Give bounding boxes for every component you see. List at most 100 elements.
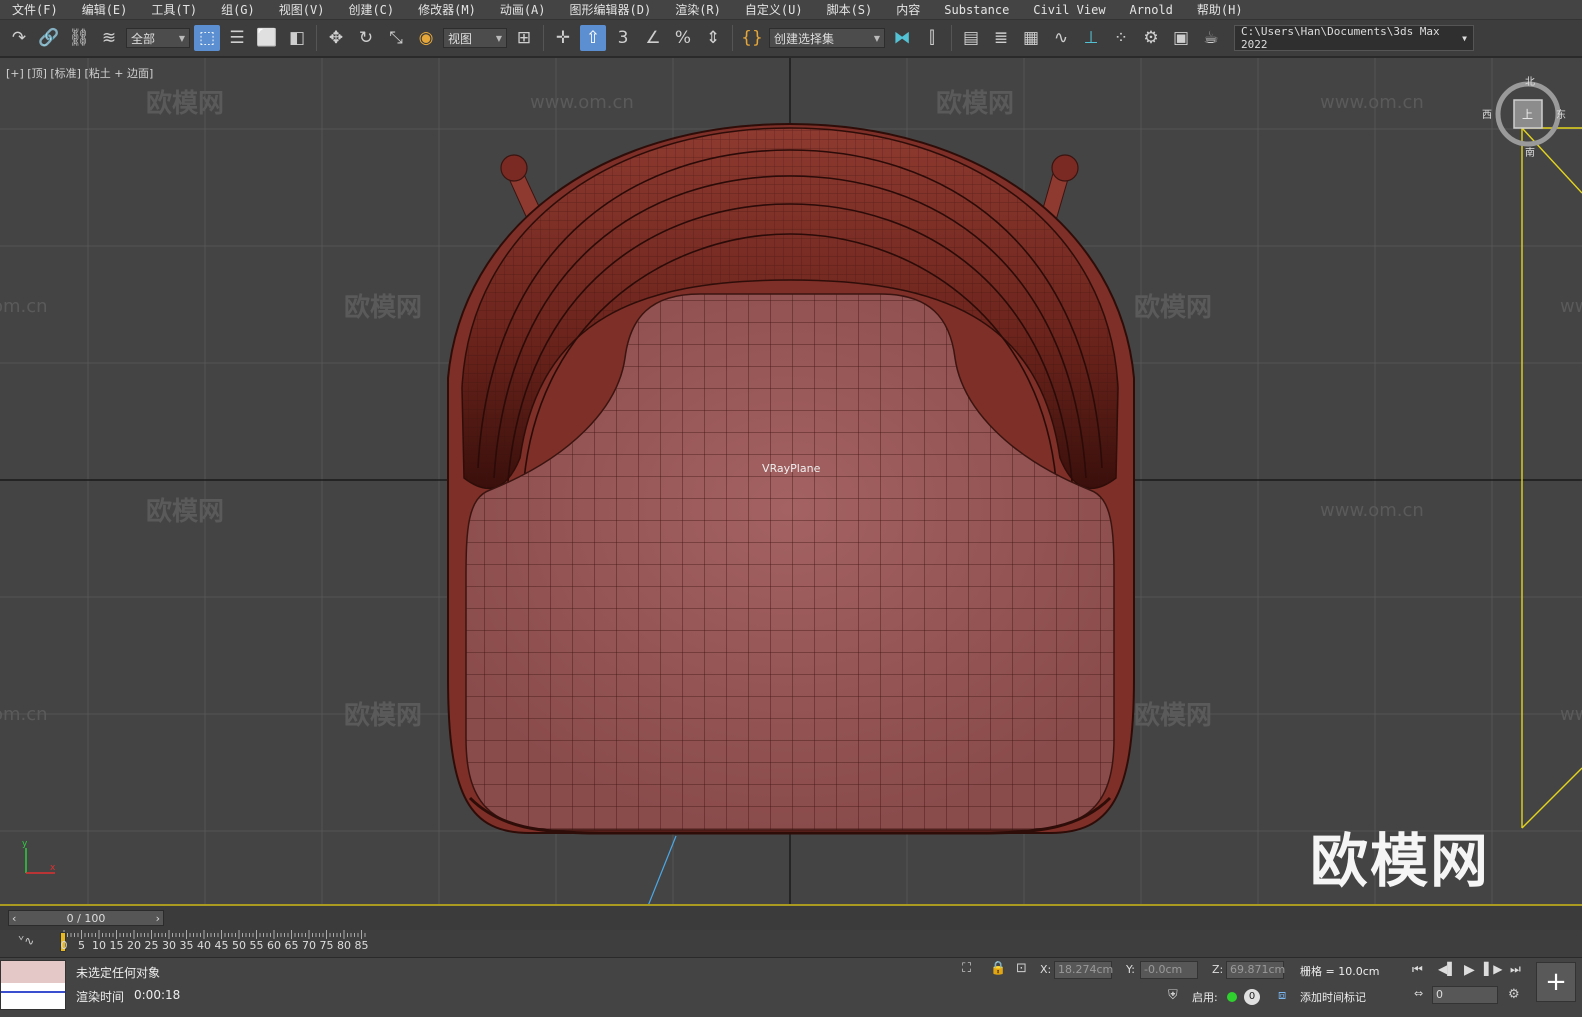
spinner-snap-icon[interactable]: ⇕ [700,25,726,51]
maxscript-mini-listener[interactable] [0,960,66,1010]
scene-explorer-icon[interactable]: ▤ [958,25,984,51]
redo-icon[interactable]: ↷ [6,25,32,51]
select-manipulate-icon[interactable]: ✛ [550,25,576,51]
menu-item[interactable]: 动画(A) [488,0,558,19]
named-selection-set-dropdown[interactable]: 创建选择集 ▼ [769,28,885,48]
menu-item[interactable]: 文件(F) [0,0,70,19]
menu-item[interactable]: 内容 [884,0,932,19]
viewcube-south-label: 南 [1525,148,1535,159]
angle-snap-icon[interactable]: ∠ [640,25,666,51]
window-crossing-icon[interactable]: ◧ [284,25,310,51]
menu-item[interactable]: 帮助(H) [1185,0,1255,19]
keyboard-shortcut-override-icon[interactable]: ⇧ [580,25,606,51]
render-setup-icon[interactable]: ⚙ [1138,25,1164,51]
add-time-tag-button[interactable]: 添加时间标记 [1300,989,1366,1005]
bind-space-warp-icon[interactable]: ≋ [96,25,122,51]
project-path-field[interactable]: C:\Users\Han\Documents\3ds Max 2022 ▼ [1234,25,1474,51]
x-label: X: [1040,963,1052,976]
menu-item[interactable]: Arnold [1118,0,1185,19]
unlink-icon[interactable]: ⛓ [66,25,92,51]
viewcube-west-label: 西 [1482,110,1492,121]
go-to-start-icon[interactable]: ⏮ [1412,962,1423,977]
absolute-mode-icon[interactable]: ⊡ [1016,961,1027,976]
snap-toggle-button[interactable]: 3 [610,25,636,51]
link-icon[interactable]: 🔗 [36,25,62,51]
viewcube[interactable]: 北 南 东 西 上 [1482,76,1568,159]
menu-item[interactable]: 工具(T) [139,0,209,19]
rotate-icon[interactable]: ↻ [353,25,379,51]
menu-item[interactable]: 脚本(S) [815,0,885,19]
key-mode-icon[interactable]: ⇔ [1414,987,1423,1000]
svg-text:欧模网: 欧模网 [146,88,224,119]
y-coordinate-field[interactable]: -0.0cm [1140,961,1198,979]
track-bar[interactable]: ᘁ∿ 0 5 10 15 20 25 30 35 40 45 50 55 60 65 70 75 80 85 [0,930,1582,958]
time-slider-prev-icon[interactable]: ‹ [9,912,19,925]
adaptive-degradation-icon[interactable]: ⛨ [1168,988,1178,1003]
chair-model[interactable] [447,122,1135,835]
previous-frame-icon[interactable]: ◀▌ [1438,962,1456,976]
time-slider-next-icon[interactable]: › [153,912,163,925]
isolate-selection-icon[interactable]: ⛶ [962,961,971,976]
enable-status-indicator [1227,992,1237,1002]
time-tag-icon[interactable]: ⧈ [1278,988,1286,1003]
toolbar-divider [316,25,317,51]
svg-text:www.om.cn: www.om.cn [530,92,634,113]
menu-item[interactable]: Civil View [1021,0,1117,19]
viewport-canvas: 欧模网欧模网 欧模网欧模网 欧模网欧模网 欧模网欧模网 欧模网 www.om.c… [0,58,1582,904]
track-bar-tick-label: 30 [162,939,176,952]
selection-filter-dropdown[interactable]: 全部 ▼ [126,28,190,48]
curve-editor-icon[interactable]: ∿ [1048,25,1074,51]
current-frame-field[interactable]: 0 [1432,986,1498,1004]
menu-item[interactable]: 编辑(E) [70,0,140,19]
reference-coordinate-value: 视图 [448,31,473,46]
schematic-view-icon[interactable]: ⊥ [1078,25,1104,51]
select-object-button[interactable]: ⬚ [194,25,220,51]
plus-icon[interactable]: + [1536,962,1576,1002]
go-to-end-icon[interactable]: ⏭ [1510,962,1521,977]
curve-editor-mini-icon[interactable]: ᘁ∿ [18,934,34,949]
reference-coordinate-dropdown[interactable]: 视图 ▼ [443,28,507,48]
track-bar-tick-label: 35 [179,939,194,952]
menu-item[interactable]: 修改器(M) [406,0,488,19]
time-configuration-icon[interactable]: ⚙ [1508,987,1520,1002]
align-icon[interactable]: ⫿ [919,25,945,51]
select-by-name-icon[interactable]: ☰ [224,25,250,51]
menu-item[interactable]: 渲染(R) [663,0,733,19]
toggle-ribbon-icon[interactable]: ▦ [1018,25,1044,51]
scale-icon[interactable]: ⤡ [383,25,409,51]
menu-item[interactable]: 组(G) [209,0,267,19]
layer-explorer-icon[interactable]: ≣ [988,25,1014,51]
track-bar-tick-label: 70 [302,939,316,952]
menu-item[interactable]: 创建(C) [336,0,406,19]
x-coordinate-field[interactable]: 18.274cm [1054,961,1113,979]
enable-label: 启用: [1192,991,1218,1004]
track-bar-tick-label: 40 [197,939,211,952]
render-production-icon[interactable]: ☕ [1198,25,1224,51]
move-icon[interactable]: ✥ [323,25,349,51]
play-icon[interactable]: ▶ [1464,962,1475,978]
pivot-center-icon[interactable]: ⊞ [511,25,537,51]
axis-tripod-icon: y x [22,839,56,874]
time-slider[interactable]: ‹ 0 / 100 › [8,910,164,926]
menu-item[interactable]: 图形编辑器(D) [558,0,664,19]
top-viewport[interactable]: 欧模网欧模网 欧模网欧模网 欧模网欧模网 欧模网欧模网 欧模网 www.om.c… [0,58,1582,906]
enable-count-badge[interactable]: 0 [1244,989,1260,1005]
rendered-frame-window-icon[interactable]: ▣ [1168,25,1194,51]
rectangular-selection-icon[interactable]: ⬜ [254,25,280,51]
menu-item[interactable]: Substance [932,0,1021,19]
menu-item[interactable]: 视图(V) [267,0,337,19]
mirror-icon[interactable]: ⧓ [889,25,915,51]
place-icon[interactable]: ◉ [413,25,439,51]
viewport-label[interactable]: [+] [顶] [标准] [粘土 + 边面] [6,65,153,81]
track-bar-tick-label: 55 [249,939,264,952]
next-frame-icon[interactable]: ▌▶ [1484,962,1502,976]
3dsmax-window: 文件(F) 编辑(E) 工具(T) 组(G) 视图(V) 创建(C) 修改器(M) 动画(A)… [0,0,1582,1017]
selection-lock-icon[interactable]: 🔒 [990,961,1006,976]
edit-named-selection-icon[interactable]: {} [739,25,765,51]
viewcube-north-label: 北 [1525,77,1535,88]
z-coordinate-field[interactable]: 69.871cm [1226,961,1285,979]
percent-snap-icon[interactable]: % [670,25,696,51]
svg-text:www.om.cn: www.om.cn [1320,92,1424,113]
menu-item[interactable]: 自定义(U) [733,0,815,19]
material-editor-icon[interactable]: ⁘ [1108,25,1134,51]
